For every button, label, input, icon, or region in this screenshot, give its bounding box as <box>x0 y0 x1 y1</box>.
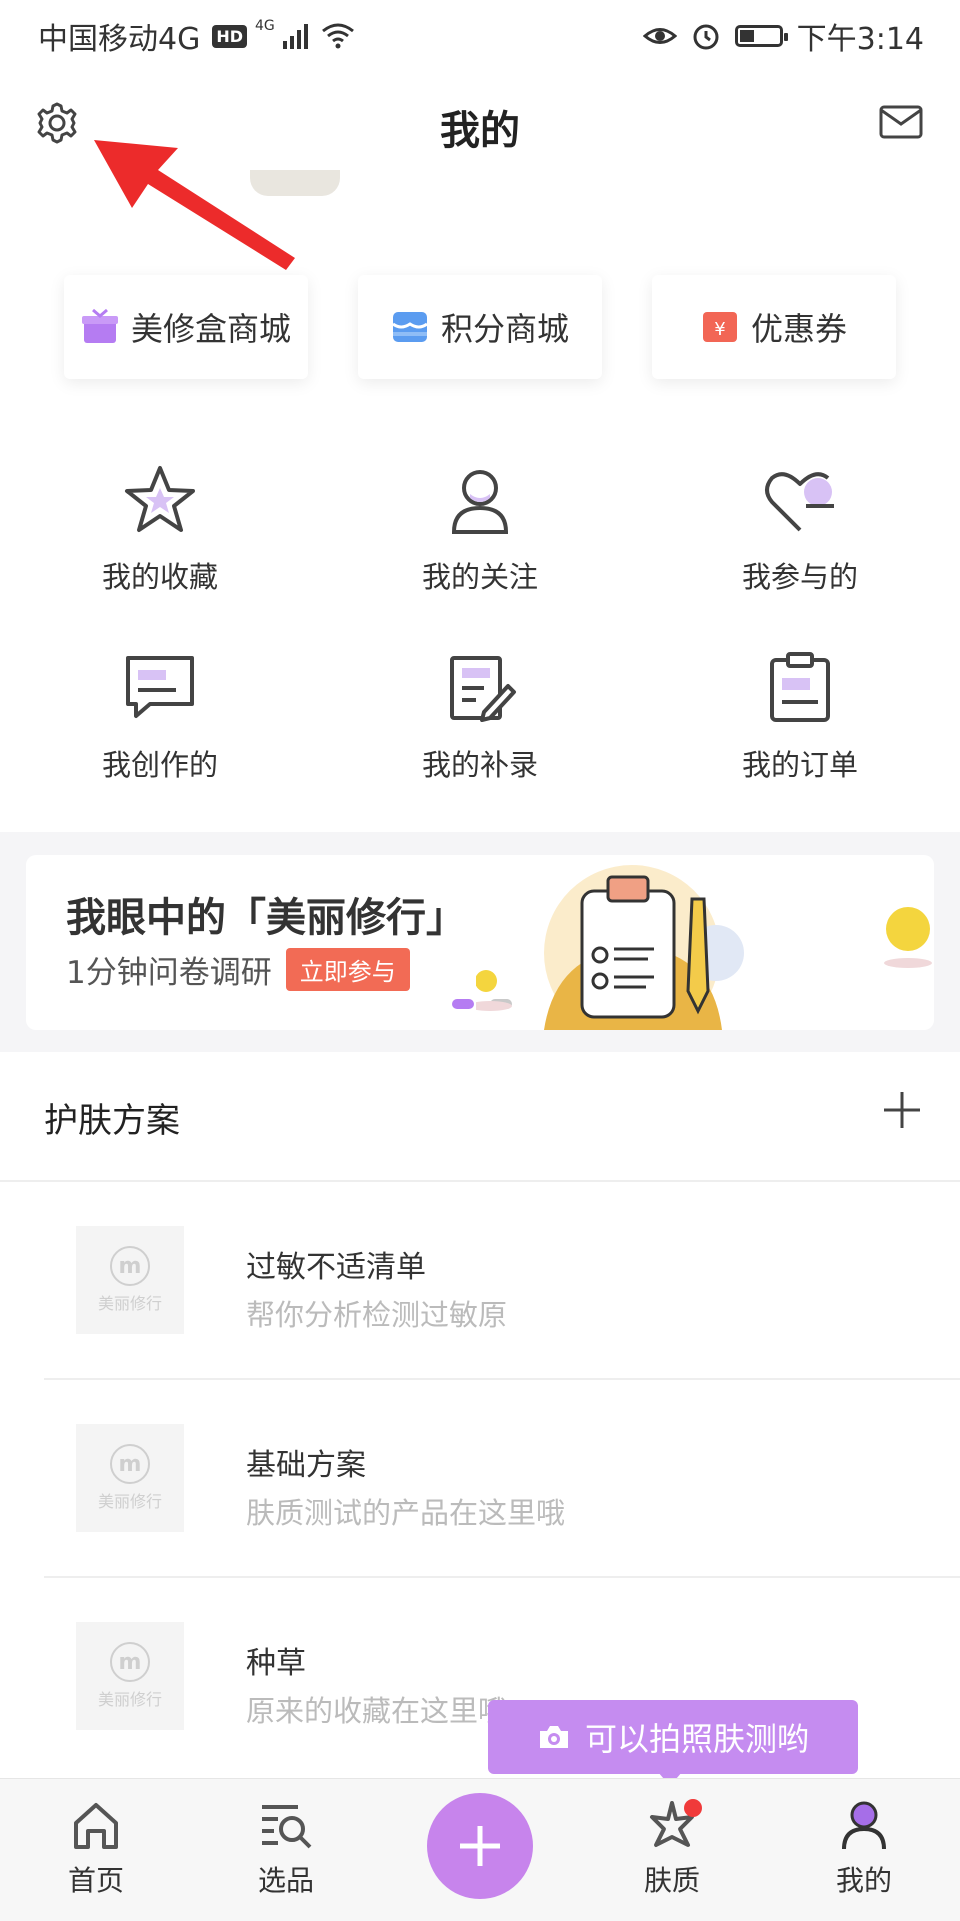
status-left: 中国移动4G HD 4G <box>38 14 355 58</box>
nav-home-label: 首页 <box>67 1864 124 1897</box>
nav-mine-label: 我的 <box>835 1864 892 1897</box>
banner-subtitle-row: 1分钟问卷调研 立即参与 <box>66 947 410 992</box>
plan-desc: 肤质测试的产品在这里哦 <box>246 1496 566 1530</box>
brand-logo-icon: m <box>110 1246 150 1286</box>
nav-skin-label: 肤质 <box>643 1864 700 1897</box>
plan-desc: 原来的收藏在这里哦 <box>246 1694 508 1728</box>
plan-thumbnail: m 美丽修行 <box>76 1622 184 1730</box>
plan-item-allergy[interactable]: m 美丽修行 过敏不适清单 帮你分析检测过敏原 <box>0 1192 960 1392</box>
plan-name: 基础方案 <box>246 1448 366 1483</box>
network-label: 4G <box>255 18 275 34</box>
banner-subtitle: 1分钟问卷调研 <box>66 955 272 991</box>
card-mall-label: 美修盒商城 <box>130 310 291 348</box>
hd-badge: HD <box>212 24 248 48</box>
nav-selection-label: 选品 <box>257 1864 314 1897</box>
wifi-icon <box>321 23 354 49</box>
banner-join-badge[interactable]: 立即参与 <box>285 948 410 991</box>
camera-icon <box>539 1726 568 1748</box>
plan-name: 过敏不适清单 <box>246 1250 426 1285</box>
svg-text:¥: ¥ <box>714 319 725 340</box>
nav-home[interactable]: 首页 <box>36 1797 156 1899</box>
grid-participated-label: 我参与的 <box>741 560 858 594</box>
plan-name: 种草 <box>246 1646 306 1681</box>
edit-note-icon <box>450 656 516 722</box>
thumb-text: 美丽修行 <box>97 1294 162 1313</box>
home-icon <box>74 1803 118 1849</box>
status-bar: 中国移动4G HD 4G 下午3:14 <box>0 0 960 64</box>
card-coupon[interactable]: ¥ 优惠券 <box>652 275 896 379</box>
store-icon <box>392 312 428 342</box>
grid-following[interactable]: 我的关注 <box>320 460 640 620</box>
plan-thumbnail: m 美丽修行 <box>76 1424 184 1532</box>
tooltip-text: 可以拍照肤测哟 <box>584 1720 809 1758</box>
brand-logo-icon: m <box>110 1642 150 1682</box>
thumb-text: 美丽修行 <box>97 1690 162 1709</box>
add-post-button[interactable] <box>427 1793 533 1899</box>
row-divider <box>44 1378 960 1380</box>
grid-supplement-label: 我的补录 <box>421 748 538 782</box>
person-icon <box>451 470 509 534</box>
grid-supplement[interactable]: 我的补录 <box>320 648 640 808</box>
grid-created-label: 我创作的 <box>101 748 218 782</box>
grid-created[interactable]: 我创作的 <box>0 648 320 808</box>
notification-dot <box>684 1799 702 1817</box>
card-coupon-label: 优惠券 <box>750 310 847 348</box>
carrier-label: 中国移动4G <box>38 22 201 57</box>
plan-item-basic[interactable]: m 美丽修行 基础方案 肤质测试的产品在这里哦 <box>0 1390 960 1590</box>
brand-logo-icon: m <box>110 1444 150 1484</box>
card-points-label: 积分商城 <box>440 310 569 348</box>
section-divider <box>0 1180 960 1182</box>
star-icon <box>125 466 195 532</box>
grid-favorites[interactable]: 我的收藏 <box>0 460 320 620</box>
mail-icon <box>879 105 923 139</box>
plan-desc: 帮你分析检测过敏原 <box>246 1298 508 1332</box>
grid-favorites-label: 我的收藏 <box>101 560 218 594</box>
grid-orders-label: 我的订单 <box>741 748 858 782</box>
eye-icon <box>642 28 677 44</box>
plus-icon[interactable] <box>880 1088 924 1132</box>
grid-orders[interactable]: 我的订单 <box>640 648 960 808</box>
signal-icon <box>282 24 308 49</box>
section-title: 护肤方案 <box>44 1101 180 1141</box>
status-right: 下午3:14 <box>642 14 924 58</box>
row-divider <box>44 1576 960 1578</box>
plus-icon <box>460 1826 500 1866</box>
nav-mine[interactable]: 我的 <box>804 1797 924 1899</box>
heart-chat-icon <box>765 472 834 532</box>
user-icon <box>842 1801 886 1850</box>
thumb-text: 美丽修行 <box>97 1492 162 1511</box>
carousel-dot-active[interactable] <box>452 999 474 1009</box>
nav-selection[interactable]: 选品 <box>226 1797 346 1899</box>
search-list-icon <box>262 1805 312 1849</box>
survey-illustration-icon <box>476 865 932 1030</box>
card-mall[interactable]: 美修盒商城 <box>64 275 308 379</box>
annotation-arrow-icon <box>94 140 295 270</box>
grid-participated[interactable]: 我参与的 <box>640 460 960 620</box>
card-points-mall[interactable]: 积分商城 <box>358 275 602 379</box>
survey-banner[interactable]: 我眼中的「美丽修行」 1分钟问卷调研 立即参与 <box>26 855 934 1030</box>
grid-following-label: 我的关注 <box>421 560 538 594</box>
coupon-icon: ¥ <box>702 312 737 342</box>
banner-title: 我眼中的「美丽修行」 <box>66 895 466 941</box>
photo-test-tooltip[interactable]: 可以拍照肤测哟 <box>488 1700 858 1774</box>
alarm-icon <box>693 24 719 50</box>
gift-box-icon <box>81 308 118 343</box>
mail-button[interactable] <box>878 102 924 142</box>
nav-skin[interactable]: 肤质 <box>612 1797 732 1899</box>
bottom-nav: 首页 选品 肤质 我的 <box>0 1778 960 1921</box>
battery-icon <box>734 25 788 47</box>
clock-time: 下午3:14 <box>796 22 924 57</box>
message-icon <box>126 656 194 718</box>
clipboard-icon <box>770 652 830 722</box>
plan-thumbnail: m 美丽修行 <box>76 1226 184 1334</box>
